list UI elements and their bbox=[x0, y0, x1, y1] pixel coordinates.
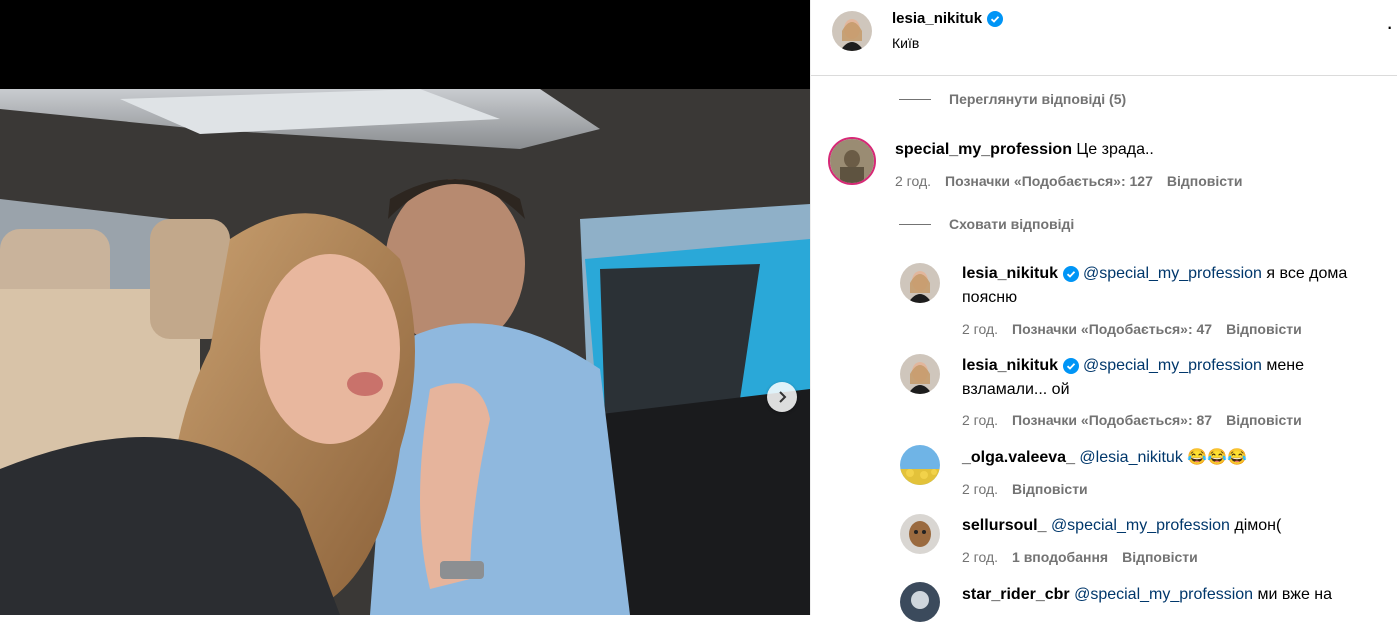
reply-body-continued: поясню bbox=[962, 289, 1018, 306]
reply-meta: 2 год. Відповісти bbox=[962, 481, 1088, 497]
comment-username[interactable]: special_my_profession bbox=[895, 141, 1072, 158]
mention-link[interactable]: @lesia_nikituk bbox=[1079, 449, 1182, 466]
view-replies-label: Переглянути відповіді (5) bbox=[949, 91, 1127, 107]
reply-time[interactable]: 2 год. bbox=[962, 412, 998, 428]
comment-meta: 2 год. Позначки «Подобається»: 127 Відпо… bbox=[895, 173, 1243, 189]
post-media bbox=[0, 0, 810, 615]
reply-button[interactable]: Відповісти bbox=[1012, 481, 1088, 497]
divider bbox=[899, 98, 931, 100]
profile-photo bbox=[900, 582, 940, 622]
avatar[interactable] bbox=[828, 137, 876, 185]
profile-photo bbox=[900, 514, 940, 554]
comment-body: Це зрада.. bbox=[1076, 141, 1154, 158]
avatar[interactable] bbox=[900, 445, 940, 485]
likes-count[interactable]: Позначки «Подобається»: 47 bbox=[1012, 321, 1212, 337]
profile-photo bbox=[900, 354, 940, 394]
reply-username[interactable]: lesia_nikituk bbox=[962, 357, 1058, 374]
reply-time[interactable]: 2 год. bbox=[962, 481, 998, 497]
comment-text: special_my_profession Це зрада.. bbox=[895, 138, 1154, 162]
mention-link[interactable]: @special_my_profession bbox=[1051, 517, 1230, 534]
reply-body: дімон( bbox=[1234, 517, 1282, 534]
reply-username[interactable]: _olga.valeeva_ bbox=[962, 449, 1075, 466]
likes-count[interactable]: 1 вподобання bbox=[1012, 549, 1108, 565]
reply-body: я все дома bbox=[1266, 265, 1348, 282]
reply-button[interactable]: Відповісти bbox=[1226, 412, 1302, 428]
mention-link[interactable]: @special_my_profession bbox=[1083, 265, 1262, 282]
avatar[interactable] bbox=[900, 354, 940, 394]
more-options-icon[interactable]: · bbox=[1386, 16, 1393, 38]
reply-button[interactable]: Відповісти bbox=[1122, 549, 1198, 565]
reply-username[interactable]: lesia_nikituk bbox=[962, 265, 1058, 282]
divider bbox=[899, 223, 931, 225]
avatar[interactable] bbox=[900, 514, 940, 554]
post-author[interactable]: lesia_nikituk bbox=[892, 10, 1004, 27]
comments-panel: lesia_nikituk Київ · Переглянути відпові… bbox=[810, 0, 1397, 622]
reply-meta: 2 год. Позначки «Подобається»: 47 Відпов… bbox=[962, 321, 1302, 337]
reply-time[interactable]: 2 год. bbox=[962, 549, 998, 565]
post-photo bbox=[0, 89, 810, 615]
selfie-in-car-image bbox=[0, 89, 810, 615]
chevron-right-icon bbox=[779, 391, 787, 403]
avatar[interactable] bbox=[900, 263, 940, 303]
next-photo-button[interactable] bbox=[767, 382, 797, 412]
reply-meta: 2 год. 1 вподобання Відповісти bbox=[962, 549, 1198, 565]
reply-button[interactable]: Відповісти bbox=[1167, 173, 1243, 189]
reply-username[interactable]: star_rider_cbr bbox=[962, 586, 1070, 603]
hide-replies-label: Сховати відповіді bbox=[949, 216, 1075, 232]
avatar[interactable] bbox=[832, 11, 872, 51]
mention-link[interactable]: @special_my_profession bbox=[1083, 357, 1262, 374]
likes-count[interactable]: Позначки «Подобається»: 87 bbox=[1012, 412, 1212, 428]
verified-badge-icon bbox=[1062, 265, 1079, 282]
profile-photo bbox=[900, 445, 940, 485]
profile-photo bbox=[900, 263, 940, 303]
reply-body: мене bbox=[1266, 357, 1305, 374]
mention-link[interactable]: @special_my_profession bbox=[1074, 586, 1253, 603]
reply-text: star_rider_cbr @special_my_profession ми… bbox=[962, 583, 1382, 607]
reply-body-continued: взламали... ой bbox=[962, 381, 1070, 398]
reply-body: 😂😂😂 bbox=[1187, 449, 1248, 466]
reply-body: ми вже на bbox=[1257, 586, 1333, 603]
post-author-username[interactable]: lesia_nikituk bbox=[892, 10, 982, 27]
commenter-photo bbox=[830, 139, 874, 183]
reply-time[interactable]: 2 год. bbox=[962, 321, 998, 337]
reply-username[interactable]: sellursoul_ bbox=[962, 517, 1046, 534]
reply-text: lesia_nikituk @special_my_profession мен… bbox=[962, 354, 1382, 402]
reply-text: lesia_nikituk @special_my_profession я в… bbox=[962, 262, 1382, 310]
avatar[interactable] bbox=[900, 582, 940, 622]
post-location[interactable]: Київ bbox=[892, 35, 919, 51]
hide-replies-button[interactable]: Сховати відповіді bbox=[899, 216, 1074, 232]
profile-photo bbox=[832, 11, 872, 51]
verified-badge-icon bbox=[1062, 357, 1079, 374]
reply-meta: 2 год. Позначки «Подобається»: 87 Відпов… bbox=[962, 412, 1302, 428]
reply-button[interactable]: Відповісти bbox=[1226, 321, 1302, 337]
verified-badge-icon bbox=[987, 10, 1004, 27]
post-header: lesia_nikituk Київ · bbox=[811, 0, 1397, 76]
reply-text: _olga.valeeva_ @lesia_nikituk 😂😂😂 bbox=[962, 446, 1382, 470]
comment-time[interactable]: 2 год. bbox=[895, 173, 931, 189]
likes-count[interactable]: Позначки «Подобається»: 127 bbox=[945, 173, 1153, 189]
view-replies-button[interactable]: Переглянути відповіді (5) bbox=[899, 91, 1126, 107]
reply-text: sellursoul_ @special_my_profession дімон… bbox=[962, 514, 1382, 538]
